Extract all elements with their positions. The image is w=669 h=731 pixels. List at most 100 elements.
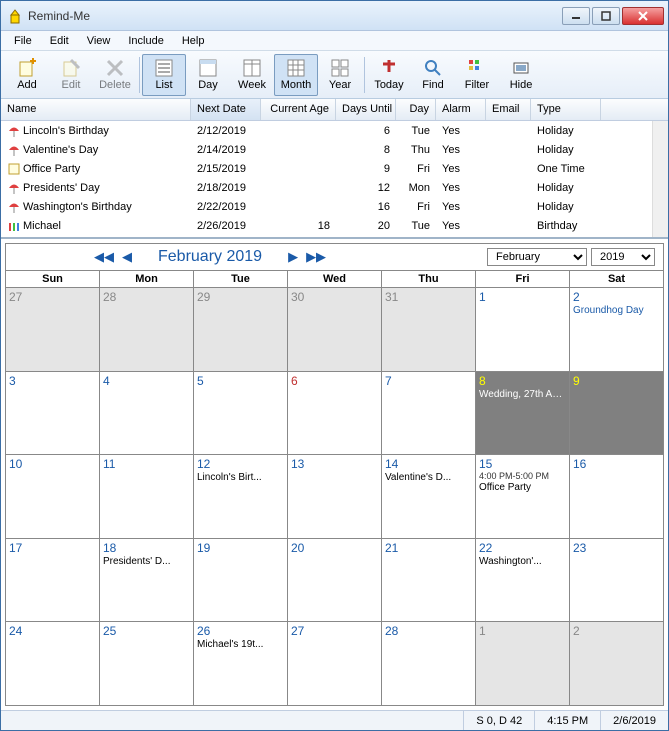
calendar-day[interactable]: 1 (476, 622, 570, 705)
list-scrollbar[interactable] (652, 121, 668, 239)
menu-include[interactable]: Include (120, 33, 171, 49)
find-icon (423, 58, 443, 78)
calendar-nav: ◀◀ ◀ February 2019 ▶ ▶▶ February 2019 (6, 244, 663, 270)
menu-view[interactable]: View (79, 33, 119, 49)
calendar-event[interactable]: Washington'... (479, 556, 566, 567)
status-time: 4:15 PM (534, 711, 600, 730)
calendar-day[interactable]: 27 (288, 622, 382, 705)
menu-file[interactable]: File (6, 33, 40, 49)
calendar-day[interactable]: 30 (288, 288, 382, 371)
col-header-day[interactable]: Day (396, 99, 436, 120)
statusbar: S 0, D 42 4:15 PM 2/6/2019 (1, 710, 668, 730)
calendar-day[interactable]: 6 (288, 372, 382, 455)
calendar-day[interactable]: 28 (100, 288, 194, 371)
calendar-day[interactable]: 3 (6, 372, 100, 455)
col-header-alarm[interactable]: Alarm (436, 99, 486, 120)
calendar-day[interactable]: 17 (6, 539, 100, 622)
prev-year-button[interactable]: ◀◀ (94, 249, 114, 265)
list-rows[interactable]: Lincoln's Birthday2/12/20196TueYesHolida… (1, 121, 668, 239)
calendar-day[interactable]: 21 (382, 539, 476, 622)
today-button[interactable]: Today (367, 54, 411, 96)
col-header-name[interactable]: Name (1, 99, 191, 120)
maximize-button[interactable] (592, 7, 620, 25)
calendar-day[interactable]: 4 (100, 372, 194, 455)
edit-button: Edit (49, 54, 93, 96)
calendar-day[interactable]: 8Wedding, 27th Anniversary (476, 372, 570, 455)
list-row[interactable]: Lincoln's Birthday2/12/20196TueYesHolida… (1, 121, 668, 140)
minimize-button[interactable] (562, 7, 590, 25)
calendar-day[interactable]: 16 (570, 455, 663, 538)
calendar-day[interactable]: 26Michael's 19t... (194, 622, 288, 705)
calendar-day[interactable]: 5 (194, 372, 288, 455)
calendar-day[interactable]: 27 (6, 288, 100, 371)
menu-help[interactable]: Help (174, 33, 213, 49)
calendar-event[interactable]: Lincoln's Birt... (197, 472, 284, 483)
status-date: 2/6/2019 (600, 711, 668, 730)
calendar-area: ◀◀ ◀ February 2019 ▶ ▶▶ February 2019 Su… (1, 239, 668, 710)
day-header-tue: Tue (194, 271, 288, 287)
month-button[interactable]: Month (274, 54, 318, 96)
year-select[interactable]: 2019 (591, 248, 655, 266)
calendar-day[interactable]: 154:00 PM-5:00 PMOffice Party (476, 455, 570, 538)
close-button[interactable] (622, 7, 664, 25)
calendar-day[interactable]: 2 (570, 622, 663, 705)
list-row[interactable]: Office Party2/15/20199FriYesOne Time (1, 159, 668, 178)
calendar-event[interactable]: Groundhog Day (573, 305, 660, 316)
calendar-day[interactable]: 22Washington'... (476, 539, 570, 622)
titlebar: Remind-Me (1, 1, 668, 31)
calendar-day[interactable]: 23 (570, 539, 663, 622)
calendar-day[interactable]: 18Presidents' D... (100, 539, 194, 622)
list-icon (154, 58, 174, 78)
calendar-day[interactable]: 14Valentine's D... (382, 455, 476, 538)
app-window: Remind-Me FileEditViewIncludeHelp AddEdi… (0, 0, 669, 731)
calendar-event[interactable]: Michael's 19t... (197, 639, 284, 650)
calendar-day[interactable]: 7 (382, 372, 476, 455)
hide-button[interactable]: Hide (499, 54, 543, 96)
umbrella-icon (7, 181, 21, 195)
year-button[interactable]: Year (318, 54, 362, 96)
calendar-day[interactable]: 11 (100, 455, 194, 538)
col-header-email[interactable]: Email (486, 99, 531, 120)
next-year-button[interactable]: ▶▶ (306, 249, 326, 265)
calendar-day[interactable]: 19 (194, 539, 288, 622)
list-row[interactable]: Ash Wednesday3/6/201928WedYesHoliday (1, 235, 668, 239)
calendar-event[interactable]: Valentine's D... (385, 472, 472, 483)
month-select[interactable]: February (487, 248, 587, 266)
col-header-next-date[interactable]: Next Date (191, 99, 261, 120)
calendar-day[interactable]: 20 (288, 539, 382, 622)
list-row[interactable]: Valentine's Day2/14/20198ThuYesHoliday (1, 140, 668, 159)
calendar-day[interactable]: 1 (476, 288, 570, 371)
menu-edit[interactable]: Edit (42, 33, 77, 49)
calendar-day[interactable]: 12Lincoln's Birt... (194, 455, 288, 538)
add-button[interactable]: Add (5, 54, 49, 96)
col-header-current-age[interactable]: Current Age (261, 99, 336, 120)
menubar: FileEditViewIncludeHelp (1, 31, 668, 51)
calendar-day[interactable]: 31 (382, 288, 476, 371)
calendar-event[interactable]: Presidents' D... (103, 556, 190, 567)
calendar-day[interactable]: 25 (100, 622, 194, 705)
day-header-mon: Mon (100, 271, 194, 287)
col-header-type[interactable]: Type (531, 99, 601, 120)
calendar-day[interactable]: 10 (6, 455, 100, 538)
candles-icon (7, 219, 21, 233)
list-row[interactable]: Michael2/26/20191820TueYesBirthday (1, 216, 668, 235)
week-button[interactable]: Week (230, 54, 274, 96)
calendar-day[interactable]: 28 (382, 622, 476, 705)
list-row[interactable]: Washington's Birthday2/22/201916FriYesHo… (1, 197, 668, 216)
list-row[interactable]: Presidents' Day2/18/201912MonYesHoliday (1, 178, 668, 197)
calendar-day[interactable]: 9 (570, 372, 663, 455)
find-button[interactable]: Find (411, 54, 455, 96)
calendar-day[interactable]: 13 (288, 455, 382, 538)
col-header-days-until[interactable]: Days Until (336, 99, 396, 120)
calendar-event[interactable]: Wedding, 27th Anniversary (479, 389, 566, 400)
calendar-day[interactable]: 29 (194, 288, 288, 371)
calendar-event[interactable]: Office Party (479, 482, 566, 493)
calendar-day[interactable]: 2Groundhog Day (570, 288, 663, 371)
day-button[interactable]: Day (186, 54, 230, 96)
filter-button[interactable]: Filter (455, 54, 499, 96)
calendar-day[interactable]: 24 (6, 622, 100, 705)
day-header-sat: Sat (570, 271, 663, 287)
next-month-button[interactable]: ▶ (288, 249, 298, 265)
prev-month-button[interactable]: ◀ (122, 249, 132, 265)
list-button[interactable]: List (142, 54, 186, 96)
